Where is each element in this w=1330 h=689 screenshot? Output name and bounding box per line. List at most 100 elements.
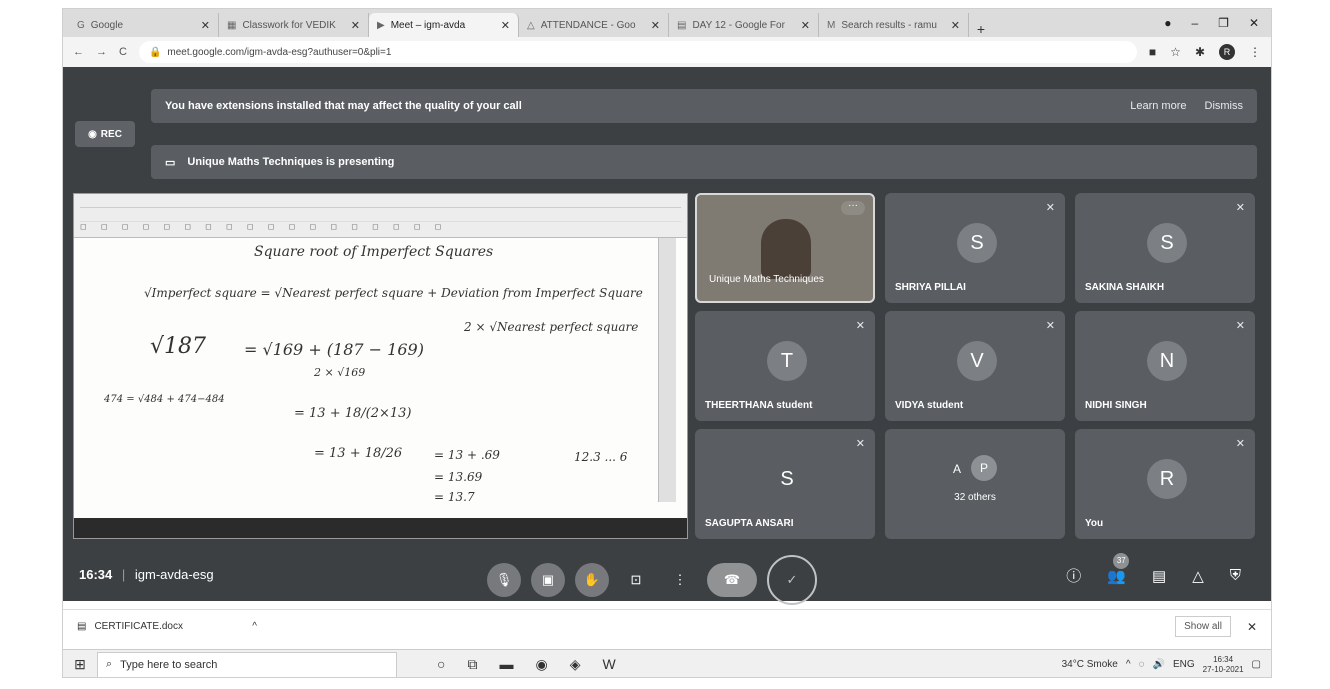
gmail-icon: M xyxy=(827,19,836,31)
app-icon[interactable]: ◈ xyxy=(570,656,581,673)
chat-icon[interactable]: ▤ xyxy=(1152,567,1166,585)
reload-icon[interactable]: C xyxy=(119,46,127,58)
mic-off-icon: ✕ xyxy=(1045,202,1055,214)
url-field[interactable]: 🔒 meet.google.com/igm-avda-esg?authuser=… xyxy=(138,41,1137,63)
whiteboard-step5: = 13.7 xyxy=(434,490,475,504)
chrome-icon[interactable]: ◉ xyxy=(535,656,547,673)
participant-name: THEERTHANA student xyxy=(705,400,813,411)
tab-meet[interactable]: ▶ Meet – igm-avda ✕ xyxy=(369,13,519,37)
notification-icon[interactable]: ▢ xyxy=(1252,659,1261,670)
mic-off-icon: ✕ xyxy=(855,438,865,450)
clock-date: 27-10-2021 xyxy=(1202,664,1244,674)
tab-label: Meet – igm-avda xyxy=(390,19,466,31)
tab-classwork[interactable]: ▦ Classwork for VEDIK ✕ xyxy=(219,13,369,37)
close-icon[interactable]: ✕ xyxy=(1247,620,1257,634)
people-button[interactable]: 37 👥 xyxy=(1107,552,1130,585)
presenting-text: Unique Maths Techniques is presenting xyxy=(187,156,395,168)
host-controls-icon[interactable]: ⛨ xyxy=(1230,567,1241,584)
participant-tile[interactable]: ✕ V VIDYA student xyxy=(885,311,1065,421)
camera-icon[interactable]: ■ xyxy=(1149,45,1156,59)
minimize-icon[interactable]: – xyxy=(1191,16,1198,30)
whiteboard-example-rhs: = √169 + (187 − 169) xyxy=(244,340,424,359)
dismiss-button[interactable]: Dismiss xyxy=(1205,100,1244,112)
word-file-icon: ▤ xyxy=(77,621,87,632)
participant-tile[interactable]: ✕ S SHRIYA PILLAI xyxy=(885,193,1065,303)
participant-tile-presenter[interactable]: ··· Unique Maths Techniques xyxy=(695,193,875,303)
meeting-code: igm-avda-esg xyxy=(134,567,214,582)
tab-google[interactable]: G Google ✕ xyxy=(69,13,219,37)
profile-avatar[interactable]: R xyxy=(1219,44,1235,60)
more-options-icon[interactable]: ··· xyxy=(841,201,865,215)
maximize-icon[interactable]: ❐ xyxy=(1218,16,1229,30)
avatar: A xyxy=(952,462,961,476)
raise-hand-button[interactable]: ✋ xyxy=(575,563,609,597)
close-icon[interactable]: ✕ xyxy=(651,19,660,32)
meeting-time: 16:34 xyxy=(79,567,113,582)
tab-attendance[interactable]: △ ATTENDANCE - Goo ✕ xyxy=(519,13,669,37)
tray-expand-icon[interactable]: ^ xyxy=(1126,659,1131,670)
url-text: meet.google.com/igm-avda-esg?authuser=0&… xyxy=(167,46,392,58)
present-button[interactable]: ⊡ xyxy=(619,563,653,597)
mic-off-icon: ✕ xyxy=(1045,320,1055,332)
whiteboard-title: Square root of Imperfect Squares xyxy=(254,244,494,260)
close-window-icon[interactable]: ✕ xyxy=(1249,16,1259,30)
recording-indicator: ◉ REC xyxy=(75,121,135,147)
participant-tile[interactable]: ✕ N NIDHI SINGH xyxy=(1075,311,1255,421)
people-icon: 👥 xyxy=(1107,567,1126,585)
close-icon[interactable]: ✕ xyxy=(351,19,360,32)
close-icon[interactable]: ✕ xyxy=(951,19,960,32)
windows-start-icon[interactable]: ⊞ xyxy=(63,656,97,673)
close-icon[interactable]: ✕ xyxy=(801,19,810,32)
participant-tile[interactable]: ✕ S SAGUPTA ANSARI xyxy=(695,429,875,539)
window-controls: ● – ❐ ✕ xyxy=(1164,16,1271,30)
info-icon[interactable]: ⓘ xyxy=(1066,565,1081,586)
participant-tile[interactable]: ✕ S SAKINA SHAIKH xyxy=(1075,193,1255,303)
participant-tile-self[interactable]: ✕ R You xyxy=(1075,429,1255,539)
search-icon: ⌕ xyxy=(106,658,113,670)
star-icon[interactable]: ☆ xyxy=(1170,45,1181,59)
chevron-up-icon[interactable]: ^ xyxy=(252,621,257,632)
participant-tile-others[interactable]: A P 32 others xyxy=(885,429,1065,539)
back-icon[interactable]: ← xyxy=(73,46,84,58)
participant-tile[interactable]: ✕ T THEERTHANA student xyxy=(695,311,875,421)
activities-icon[interactable]: △ xyxy=(1192,567,1204,585)
new-tab-button[interactable]: + xyxy=(969,21,993,37)
more-options-button[interactable]: ⋮ xyxy=(663,563,697,597)
meeting-details: 16:34 | igm-avda-esg xyxy=(79,567,214,582)
weather-text[interactable]: 34°C Smoke xyxy=(1062,659,1118,670)
present-screen-icon: ▭ xyxy=(165,156,176,169)
record-icon[interactable]: ● xyxy=(1164,16,1171,30)
whiteboard-step4: = 13.69 xyxy=(434,470,483,484)
mic-toggle-button[interactable]: 🎙 xyxy=(487,563,521,597)
close-icon[interactable]: ✕ xyxy=(501,19,510,32)
system-tray: 34°C Smoke ^ ◌ 🔊 ENG 16:34 27-10-2021 ▢ xyxy=(1062,655,1271,675)
extensions-icon[interactable]: ✱ xyxy=(1195,45,1205,59)
file-explorer-icon[interactable]: ▬ xyxy=(499,656,513,673)
menu-icon[interactable]: ⋮ xyxy=(1249,45,1261,59)
lang-label[interactable]: ENG xyxy=(1173,659,1195,670)
avatar: S xyxy=(1147,223,1187,263)
cortana-icon[interactable]: ○ xyxy=(437,656,445,673)
tab-label: DAY 12 - Google For xyxy=(692,19,785,31)
learn-more-link[interactable]: Learn more xyxy=(1130,100,1186,112)
forward-icon[interactable]: → xyxy=(96,46,107,58)
camera-toggle-button[interactable]: ▣ xyxy=(531,563,565,597)
participant-name: 32 others xyxy=(954,492,996,503)
tab-day12[interactable]: ▤ DAY 12 - Google For ✕ xyxy=(669,13,819,37)
volume-icon[interactable]: 🔊 xyxy=(1153,659,1165,670)
download-item[interactable]: ▤ CERTIFICATE.docx ^ xyxy=(77,621,257,632)
show-all-button[interactable]: Show all xyxy=(1175,616,1231,637)
banner-text: You have extensions installed that may a… xyxy=(165,100,522,112)
clock[interactable]: 16:34 27-10-2021 xyxy=(1203,655,1244,675)
tab-gmail[interactable]: M Search results - ramu ✕ xyxy=(819,13,969,37)
record-control-button[interactable]: ✓ xyxy=(767,555,817,605)
presenter-side-panel xyxy=(658,238,676,502)
leave-call-button[interactable]: ☎ xyxy=(707,563,757,597)
task-view-icon[interactable]: ⧉ xyxy=(467,656,477,673)
network-icon[interactable]: ◌ xyxy=(1139,659,1145,670)
close-icon[interactable]: ✕ xyxy=(201,19,210,32)
whiteboard-denominator: 2 × √Nearest perfect square xyxy=(464,320,639,334)
word-icon[interactable]: W xyxy=(602,656,615,673)
taskbar-search[interactable]: ⌕ Type here to search xyxy=(97,651,397,677)
whiteboard-step2: = 13 + 18/26 xyxy=(314,446,403,461)
